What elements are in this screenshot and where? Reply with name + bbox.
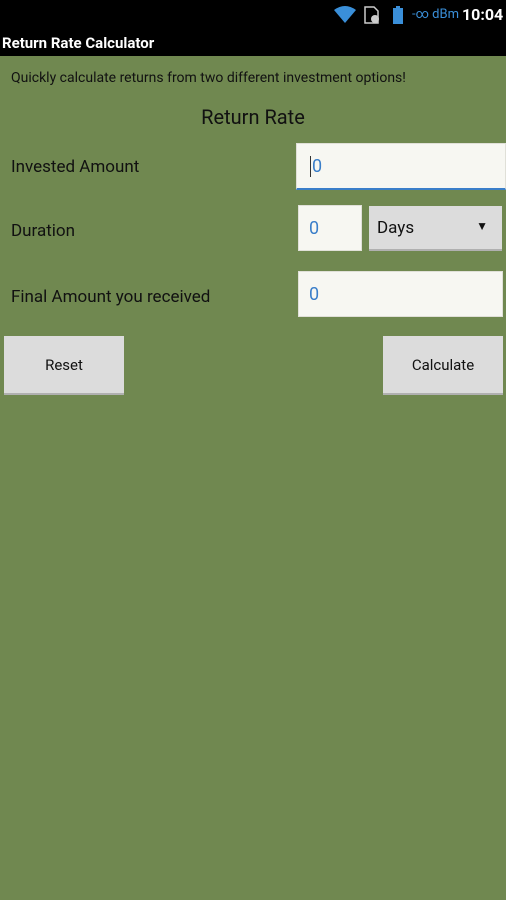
invested-label: Invested Amount <box>11 157 140 177</box>
invested-value: 0 <box>310 155 323 177</box>
duration-label: Duration <box>11 221 75 241</box>
sim-icon <box>364 6 379 24</box>
signal-text: -∞ dBm <box>412 7 460 22</box>
clock: 10:04 <box>462 5 504 24</box>
calculate-button[interactable]: Calculate <box>383 336 503 395</box>
subtitle: Quickly calculate returns from two diffe… <box>11 70 406 86</box>
status-bar: -∞ dBm 10:04 <box>0 0 506 30</box>
duration-input[interactable]: 0 <box>298 205 362 251</box>
chevron-down-icon: ▼ <box>476 219 488 233</box>
app-title: Return Rate Calculator <box>0 30 506 56</box>
duration-unit-dropdown[interactable]: Days ▼ <box>369 206 502 251</box>
page-heading: Return Rate <box>201 105 305 129</box>
reset-button[interactable]: Reset <box>4 336 124 395</box>
final-amount-input[interactable]: 0 <box>298 271 503 317</box>
battery-icon <box>393 6 403 24</box>
final-label: Final Amount you received <box>11 287 211 307</box>
wifi-icon <box>334 6 356 23</box>
duration-unit-value: Days <box>377 217 415 238</box>
invested-amount-input[interactable]: 0 <box>296 143 506 190</box>
